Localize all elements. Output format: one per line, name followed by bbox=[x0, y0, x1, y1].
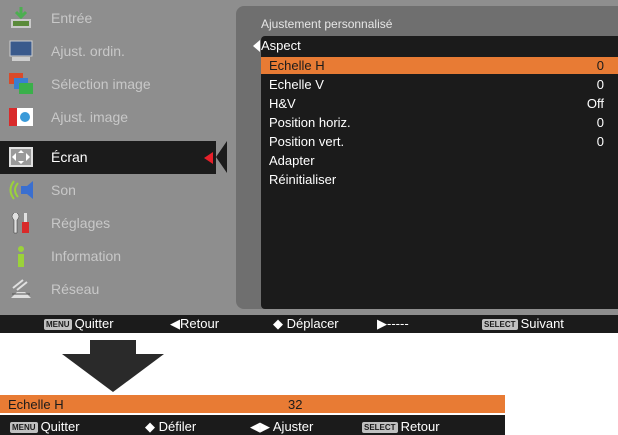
row-value: Off bbox=[586, 96, 604, 111]
row-label: Adapter bbox=[269, 153, 315, 168]
menu-key-icon: MENU bbox=[44, 319, 72, 331]
menu-item-son[interactable]: Son bbox=[0, 174, 236, 207]
projector-menu-panel: Entrée Ajust. ordin. Sélection image Aju… bbox=[0, 0, 618, 315]
adjust-quit-label: Quitter bbox=[40, 419, 80, 434]
adjust-bar[interactable]: Echelle H 32 bbox=[0, 395, 505, 413]
menu-item-ajust-ordin[interactable]: Ajust. ordin. bbox=[0, 35, 236, 68]
sound-icon bbox=[9, 180, 33, 200]
aspect-label[interactable]: Aspect bbox=[261, 38, 301, 53]
menu-key-icon: MENU bbox=[10, 422, 38, 434]
menu-item-label: Ajust. image bbox=[51, 109, 129, 125]
image-select-icon bbox=[9, 73, 33, 94]
main-menu-sidebar: Entrée Ajust. ordin. Sélection image Aju… bbox=[0, 0, 236, 315]
row-reinitialiser[interactable]: Réinitialiser bbox=[261, 171, 618, 188]
menu-item-entree[interactable]: Entrée bbox=[0, 2, 236, 35]
menu-statusbar: MENU Quitter ◀Retour ◆ Déplacer ▶----- SE… bbox=[0, 315, 618, 333]
menu-item-information[interactable]: Information bbox=[0, 240, 236, 273]
row-label: Réinitialiser bbox=[269, 172, 337, 187]
row-value: 0 bbox=[596, 77, 604, 92]
row-position-horiz[interactable]: Position horiz. 0 bbox=[261, 114, 618, 131]
adjust-back-label: Retour bbox=[400, 419, 440, 434]
row-adapter[interactable]: Adapter bbox=[261, 152, 618, 169]
adjust-quit-hint: MENU Quitter bbox=[10, 419, 80, 434]
menu-item-ajust-image[interactable]: Ajust. image bbox=[0, 101, 236, 134]
menu-item-label: Réseau bbox=[51, 281, 100, 297]
quit-label: Quitter bbox=[74, 316, 114, 331]
down-arrow-icon bbox=[62, 340, 164, 392]
row-echelle-v[interactable]: Echelle V 0 bbox=[261, 76, 618, 93]
row-label: H&V bbox=[269, 96, 296, 111]
menu-item-label: Information bbox=[51, 248, 122, 264]
screen-icon bbox=[9, 147, 33, 167]
selected-arrow-icon bbox=[204, 152, 213, 164]
menu-item-label: Son bbox=[51, 182, 76, 198]
row-label: Position horiz. bbox=[269, 115, 351, 130]
settings-icon bbox=[11, 212, 29, 234]
select-key-icon: SELECT bbox=[482, 319, 518, 331]
input-icon bbox=[11, 7, 31, 28]
menu-item-reseau[interactable]: Réseau bbox=[0, 273, 236, 306]
back-triangle-icon[interactable] bbox=[253, 40, 260, 52]
menu-item-label: Écran bbox=[51, 149, 88, 165]
menu-item-reglages[interactable]: Réglages bbox=[0, 207, 236, 240]
adjust-label: Echelle H bbox=[8, 397, 64, 412]
info-icon bbox=[18, 246, 24, 267]
row-value: 0 bbox=[596, 58, 604, 73]
next-label: Suivant bbox=[520, 316, 564, 331]
menu-item-label: Réglages bbox=[51, 215, 111, 231]
row-position-vert[interactable]: Position vert. 0 bbox=[261, 133, 618, 150]
submenu-title: Ajustement personnalisé bbox=[261, 17, 393, 31]
computer-icon bbox=[9, 40, 33, 61]
adjust-adjust-hint: ◀▶ Ajuster bbox=[250, 419, 314, 434]
image-adjust-icon bbox=[9, 108, 33, 126]
network-icon bbox=[11, 279, 31, 298]
menu-item-label: Sélection image bbox=[51, 76, 151, 92]
menu-item-label: Entrée bbox=[51, 10, 93, 26]
menu-item-label: Ajust. ordin. bbox=[51, 43, 125, 59]
row-value: 0 bbox=[596, 134, 604, 149]
adjust-value: 32 bbox=[288, 397, 303, 412]
row-echelle-h[interactable]: Echelle H 0 bbox=[261, 57, 618, 74]
quit-hint: MENU Quitter bbox=[44, 316, 114, 331]
row-value: 0 bbox=[596, 115, 604, 130]
next-arrow-hint: ▶----- bbox=[377, 316, 409, 331]
menu-item-selection-image[interactable]: Sélection image bbox=[0, 68, 236, 101]
adjust-scroll-hint: ◆ Défiler bbox=[145, 419, 197, 434]
row-h-and-v[interactable]: H&V Off bbox=[261, 95, 618, 112]
back-hint: ◀Retour bbox=[170, 316, 220, 331]
row-label: Echelle V bbox=[269, 77, 324, 92]
row-label: Echelle H bbox=[269, 58, 325, 73]
next-hint: SELECT Suivant bbox=[482, 316, 564, 331]
menu-item-ecran[interactable]: Écran bbox=[0, 141, 227, 174]
selection-notch bbox=[216, 141, 227, 173]
select-key-icon: SELECT bbox=[362, 422, 398, 434]
adjust-back-hint: SELECT Retour bbox=[362, 419, 440, 434]
move-hint: ◆ Déplacer bbox=[273, 316, 339, 331]
row-label: Position vert. bbox=[269, 134, 345, 149]
adjust-statusbar: MENU Quitter ◆ Défiler ◀▶ Ajuster SELECT R… bbox=[0, 415, 505, 435]
